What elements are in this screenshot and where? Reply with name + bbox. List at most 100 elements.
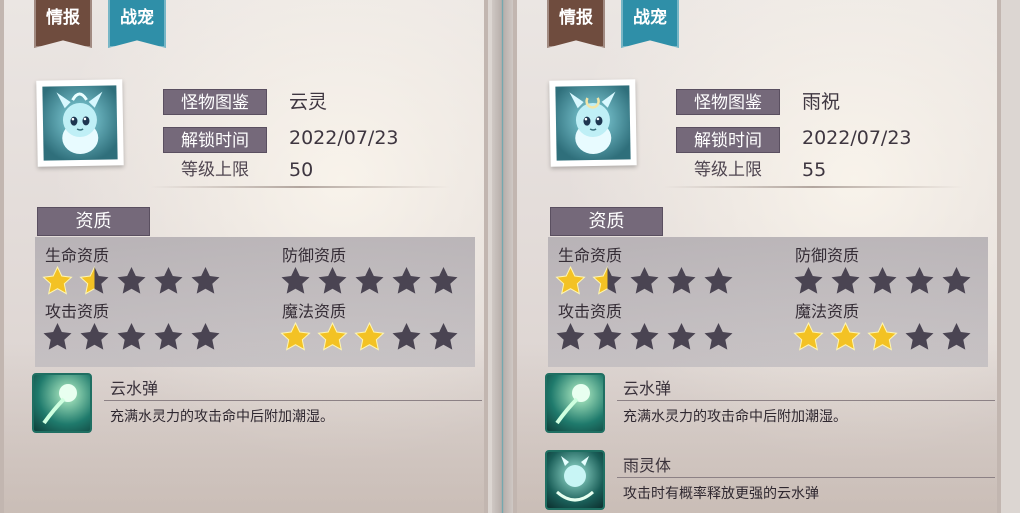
- level-cap-value: 50: [289, 159, 314, 181]
- pet-portrait[interactable]: [549, 79, 637, 167]
- aptitude-box: 生命资质 防御资质 攻击资质 魔法资质: [35, 237, 475, 367]
- star-empty-icon: [704, 267, 733, 294]
- star-empty-icon: [117, 323, 146, 350]
- pet-portrait[interactable]: [36, 79, 124, 167]
- star-empty-icon: [429, 323, 458, 350]
- star-filled-icon: [592, 265, 622, 295]
- star-filled-icon: [793, 321, 824, 351]
- star-empty-icon: [593, 323, 622, 350]
- star-empty-icon: [80, 323, 109, 350]
- magic-aptitude-label: 魔法资质: [282, 302, 347, 321]
- star-empty-icon: [831, 267, 860, 294]
- pet-name: 云灵: [289, 91, 328, 113]
- star-empty-icon: [942, 267, 971, 294]
- star-filled-icon: [354, 321, 385, 351]
- skill-name: 云水弹: [110, 379, 159, 398]
- attack-aptitude-stars: [554, 321, 735, 353]
- star-empty-icon: [191, 267, 220, 294]
- tab-info[interactable]: 情报: [34, 0, 92, 48]
- level-cap-label: 等级上限: [181, 160, 249, 180]
- aptitude-title: 资质: [550, 207, 663, 236]
- star-empty-icon: [556, 323, 585, 350]
- divider: [150, 186, 450, 188]
- star-empty-icon: [942, 323, 971, 350]
- attack-aptitude-stars: [41, 321, 222, 353]
- star-empty-icon: [154, 323, 183, 350]
- star-empty-icon: [281, 267, 310, 294]
- star-empty-icon: [355, 267, 384, 294]
- skill-divider: [617, 400, 995, 401]
- tab-info[interactable]: 情报: [547, 0, 605, 48]
- star-empty-icon: [905, 267, 934, 294]
- hp-aptitude-label: 生命资质: [45, 246, 110, 265]
- skill-description: 充满水灵力的攻击命中后附加潮湿。: [110, 409, 334, 425]
- panel-divider: [492, 0, 513, 513]
- star-empty-icon: [794, 267, 823, 294]
- star-filled-icon: [280, 321, 311, 351]
- star-filled-icon: [867, 321, 898, 351]
- cloud-spirit-pet-portrait: [42, 85, 118, 161]
- unlock-date: 2022/07/23: [289, 127, 399, 149]
- panel-frame: [0, 0, 4, 513]
- attack-aptitude-label: 攻击资质: [558, 302, 623, 321]
- tab-pet[interactable]: 战宠: [108, 0, 166, 48]
- rain-blessing-pet-portrait: [555, 85, 631, 161]
- star-filled-icon: [42, 265, 73, 295]
- star-empty-icon: [392, 323, 421, 350]
- pet-info-panel-right: 情报 战宠 怪物图鉴 雨祝 解锁时间 2022/07/23 等级上限 55 资质…: [513, 0, 1001, 513]
- star-empty-icon: [392, 267, 421, 294]
- skill-description: 充满水灵力的攻击命中后附加潮湿。: [623, 409, 847, 425]
- monster-book-label: 怪物图鉴: [676, 89, 780, 115]
- panel-frame: [997, 0, 1001, 513]
- water-orb-skill-icon[interactable]: [545, 373, 605, 433]
- star-empty-icon: [429, 267, 458, 294]
- defense-aptitude-label: 防御资质: [795, 246, 860, 265]
- star-empty-icon: [667, 267, 696, 294]
- skill-description: 攻击时有概率释放更强的云水弹: [623, 486, 819, 502]
- unlock-date: 2022/07/23: [802, 127, 912, 149]
- magic-aptitude-stars: [792, 321, 973, 353]
- magic-aptitude-stars: [279, 321, 460, 353]
- aptitude-title: 资质: [37, 207, 150, 236]
- star-filled-icon: [79, 265, 109, 295]
- star-empty-icon: [117, 267, 146, 294]
- star-empty-icon: [191, 323, 220, 350]
- water-orb-skill-icon[interactable]: [32, 373, 92, 433]
- divider: [663, 186, 963, 188]
- star-empty-icon: [630, 267, 659, 294]
- skill-name: 雨灵体: [623, 456, 672, 475]
- defense-aptitude-stars: [279, 265, 460, 297]
- star-empty-icon: [318, 267, 347, 294]
- unlock-time-label: 解锁时间: [676, 127, 780, 153]
- tab-pet[interactable]: 战宠: [621, 0, 679, 48]
- skill-name: 云水弹: [623, 379, 672, 398]
- star-empty-icon: [667, 323, 696, 350]
- hp-aptitude-label: 生命资质: [558, 246, 623, 265]
- level-cap-label: 等级上限: [694, 160, 762, 180]
- hp-aptitude-stars: [554, 265, 735, 297]
- magic-aptitude-label: 魔法资质: [795, 302, 860, 321]
- pet-name: 雨祝: [802, 91, 841, 113]
- star-filled-icon: [317, 321, 348, 351]
- panel-frame: [484, 0, 488, 513]
- attack-aptitude-label: 攻击资质: [45, 302, 110, 321]
- star-empty-icon: [905, 323, 934, 350]
- defense-aptitude-stars: [792, 265, 973, 297]
- star-empty-icon: [868, 267, 897, 294]
- rain-spirit-skill-icon[interactable]: [545, 450, 605, 510]
- star-empty-icon: [704, 323, 733, 350]
- skill-divider: [104, 400, 482, 401]
- star-filled-icon: [830, 321, 861, 351]
- defense-aptitude-label: 防御资质: [282, 246, 347, 265]
- unlock-time-label: 解锁时间: [163, 127, 267, 153]
- star-filled-icon: [555, 265, 586, 295]
- star-empty-icon: [43, 323, 72, 350]
- panel-frame: [513, 0, 517, 513]
- skill-divider: [617, 477, 995, 478]
- pet-info-panel-left: 情报 战宠 怪物图鉴 云灵 解锁时间 2022/07/23 等级上限 50 资质…: [0, 0, 488, 513]
- aptitude-box: 生命资质 防御资质 攻击资质 魔法资质: [548, 237, 988, 367]
- hp-aptitude-stars: [41, 265, 222, 297]
- star-empty-icon: [154, 267, 183, 294]
- star-empty-icon: [630, 323, 659, 350]
- level-cap-value: 55: [802, 159, 827, 181]
